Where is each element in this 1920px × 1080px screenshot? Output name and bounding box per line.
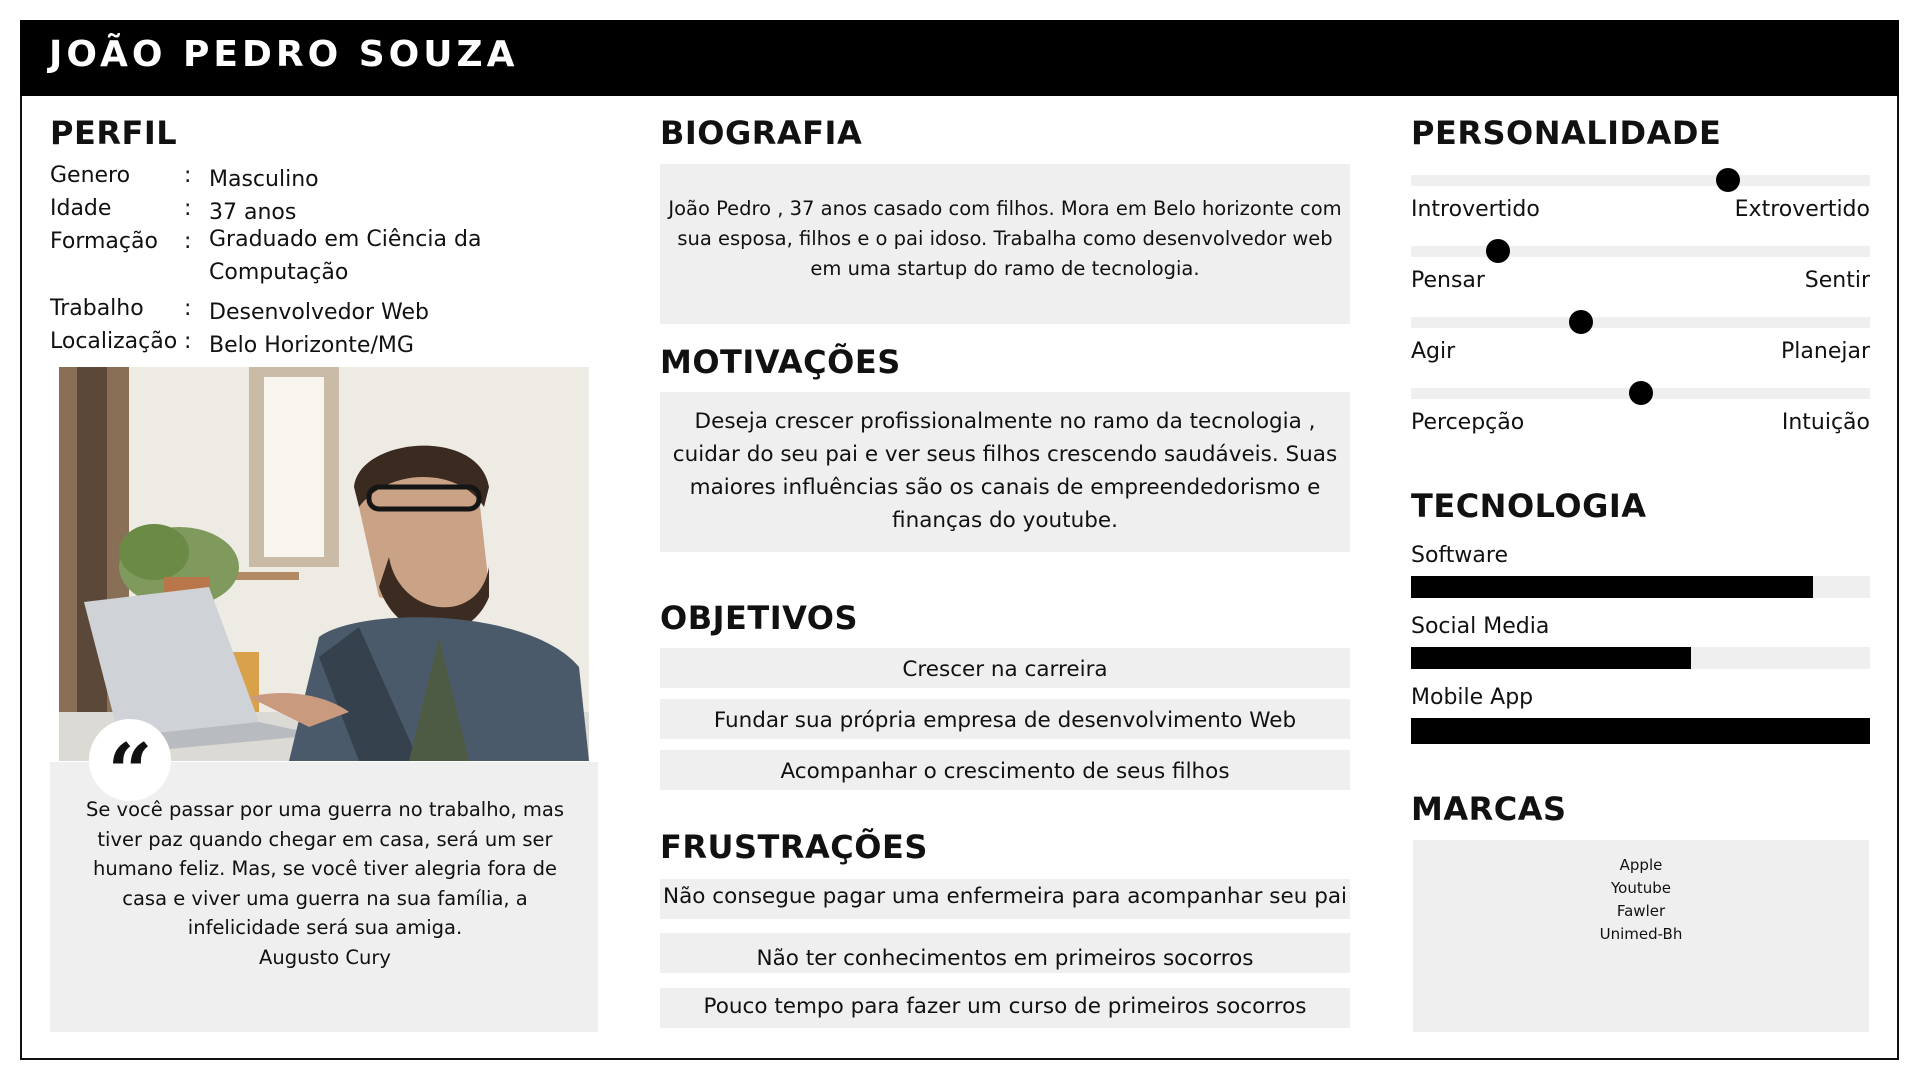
tech-label: Mobile App	[1411, 685, 1534, 710]
profile-key: Genero	[50, 163, 131, 188]
profile-key: Formação	[50, 229, 158, 254]
profile-value: Graduado em Ciência da Computação	[209, 227, 482, 285]
trait-right-label: Extrovertido	[1734, 197, 1870, 222]
biography-text: João Pedro , 37 anos casado com filhos. …	[668, 197, 1342, 280]
tech-bar-fill	[1411, 647, 1691, 669]
tech-bar-track	[1411, 647, 1870, 669]
frustration-item-text: Não ter conhecimentos em primeiros socor…	[756, 946, 1254, 971]
brands-title: MARCAS	[1411, 790, 1567, 828]
profile-value: Belo Horizonte/MG	[209, 333, 414, 358]
goal-item-text: Fundar sua própria empresa de desenvolvi…	[713, 708, 1297, 733]
tech-label: Software	[1411, 543, 1508, 568]
trait-left-label: Pensar	[1411, 268, 1485, 293]
motivations-text: Deseja crescer profissionalmente no ramo…	[672, 409, 1338, 533]
goal-item-text: Crescer na carreira	[902, 657, 1108, 682]
trait-right-label: Planejar	[1781, 339, 1870, 364]
profile-key: Trabalho	[50, 296, 144, 321]
tech-bar-fill	[1411, 576, 1813, 598]
trait-slider-dot	[1628, 381, 1653, 405]
profile-value: Masculino	[209, 167, 319, 192]
trait-slider-dot	[1715, 168, 1740, 192]
header-bar: JOÃO PEDRO SOUZA	[20, 20, 1899, 96]
brand-item: Fawler	[1616, 902, 1666, 920]
frustration-item-text: Pouco tempo para fazer um curso de prime…	[703, 994, 1307, 1019]
brand-item: Youtube	[1611, 879, 1671, 897]
technology-title: TECNOLOGIA	[1411, 487, 1647, 525]
personality-title: PERSONALIDADE	[1411, 114, 1722, 152]
profile-key: Idade	[50, 196, 112, 221]
trait-left-label: Agir	[1411, 339, 1456, 364]
profile-key: Localização	[50, 329, 178, 354]
tech-bar-track	[1411, 718, 1870, 744]
brand-item: Unimed-Bh	[1599, 925, 1683, 943]
motivations-title: MOTIVAÇÕES	[660, 343, 901, 381]
trait-slider-track	[1411, 381, 1870, 405]
quote-mark-icon: “	[89, 719, 171, 818]
quote-author: Augusto Cury	[259, 945, 391, 969]
tech-label: Social Media	[1411, 614, 1550, 639]
profile-separator: :	[184, 296, 192, 321]
biography-title: BIOGRAFIA	[660, 114, 863, 152]
profile-separator: :	[184, 329, 192, 354]
profile-title: PERFIL	[50, 114, 178, 152]
profile-value: Desenvolvedor Web	[209, 300, 429, 325]
tech-bar-fill	[1411, 718, 1870, 744]
persona-photo	[59, 367, 589, 761]
trait-slider-track	[1411, 168, 1870, 192]
trait-right-label: Intuição	[1781, 410, 1870, 435]
trait-right-label: Sentir	[1804, 268, 1870, 293]
tech-bar-track	[1411, 576, 1870, 598]
brands-list: Apple Youtube Fawler Unimed-Bh	[1413, 854, 1869, 946]
frustrations-title: FRUSTRAÇÕES	[660, 828, 928, 866]
trait-slider-track	[1411, 239, 1870, 263]
quote-text-block: Se você passar por uma guerra no trabalh…	[80, 795, 570, 972]
trait-left-label: Percepção	[1411, 410, 1525, 435]
goal-item-text: Acompanhar o crescimento de seus filhos	[780, 759, 1230, 784]
profile-separator: :	[184, 163, 192, 188]
quote-text: Se você passar por uma guerra no trabalh…	[85, 798, 564, 939]
trait-left-label: Introvertido	[1411, 197, 1540, 222]
persona-name: JOÃO PEDRO SOUZA	[49, 34, 519, 75]
frustration-item-text: Não consegue pagar uma enfermeira para a…	[663, 884, 1347, 909]
goals-title: OBJETIVOS	[660, 599, 859, 637]
profile-separator: :	[184, 229, 192, 254]
profile-separator: :	[184, 196, 192, 221]
trait-slider-dot	[1568, 310, 1593, 334]
brand-item: Apple	[1619, 856, 1663, 874]
trait-slider-track	[1411, 310, 1870, 334]
